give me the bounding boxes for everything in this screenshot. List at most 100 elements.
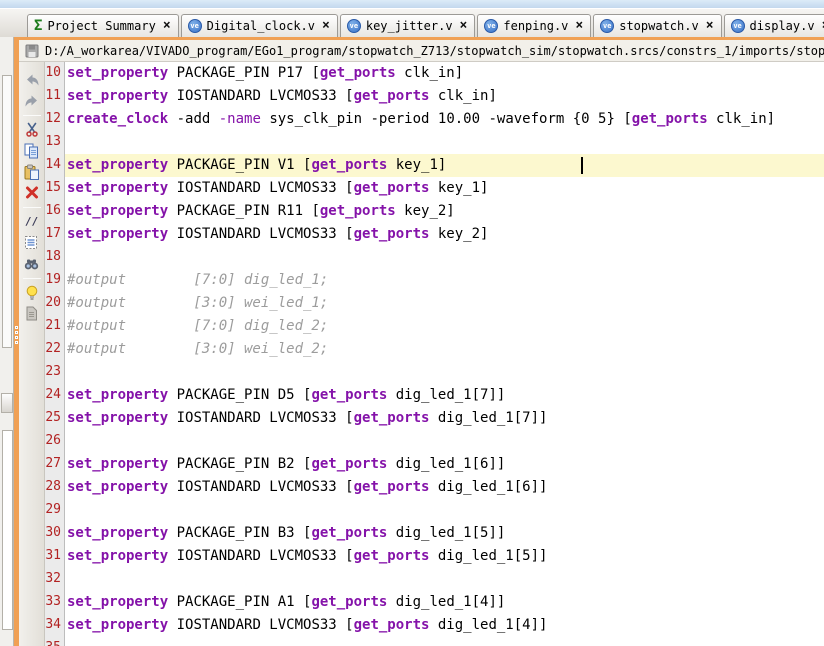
code-line: 21 #output [7:0] dig_led_2; xyxy=(45,315,824,338)
undo-icon[interactable] xyxy=(22,70,42,89)
line-number: 13 xyxy=(45,131,65,154)
text-cursor xyxy=(581,157,584,174)
code-text[interactable]: set_property IOSTANDARD LVCMOS33 [get_po… xyxy=(65,407,824,430)
tab-fenping-v[interactable]: ve fenping.v × xyxy=(477,14,592,37)
code-line: 22 #output [3:0] wei_led_2; xyxy=(45,338,824,361)
editor-main: D:/A_workarea/VIVADO_program/EGo1_progra… xyxy=(0,37,824,646)
code-text[interactable]: set_property IOSTANDARD LVCMOS33 [get_po… xyxy=(65,177,824,200)
code-text[interactable]: set_property PACKAGE_PIN B2 [get_ports d… xyxy=(65,453,824,476)
paste-icon[interactable] xyxy=(22,162,42,181)
line-number: 14 xyxy=(45,154,65,177)
code-text[interactable]: #output [3:0] wei_led_2; xyxy=(65,338,824,361)
copy-icon[interactable] xyxy=(22,141,42,160)
tab-digital-clock-v[interactable]: ve Digital_clock.v × xyxy=(180,14,338,37)
code-line: 12 create_clock -add -name sys_clk_pin -p… xyxy=(45,108,824,131)
code-text[interactable]: #output [3:0] wei_led_1; xyxy=(65,292,824,315)
code-line: 23 xyxy=(45,361,824,384)
code-line: 14 set_property PACKAGE_PIN V1 [get_ports… xyxy=(45,154,824,177)
code-text[interactable]: #output [7:0] dig_led_2; xyxy=(65,315,824,338)
code-text[interactable]: set_property PACKAGE_PIN V1 [get_ports k… xyxy=(65,154,824,177)
code-line: 18 xyxy=(45,246,824,269)
verilog-file-icon: ve xyxy=(484,19,499,33)
line-number: 35 xyxy=(45,637,65,646)
lightbulb-icon[interactable] xyxy=(22,283,42,302)
line-number: 33 xyxy=(45,591,65,614)
code-text[interactable]: set_property IOSTANDARD LVCMOS33 [get_po… xyxy=(65,545,824,568)
tab-project-summary[interactable]: Σ Project Summary × xyxy=(27,14,179,37)
code-text[interactable] xyxy=(65,430,824,453)
code-text[interactable] xyxy=(65,361,824,384)
find-icon[interactable] xyxy=(22,254,42,273)
close-tab-icon[interactable]: × xyxy=(320,19,330,32)
line-number: 30 xyxy=(45,522,65,545)
tab-label: Digital_clock.v xyxy=(206,19,316,33)
code-line: 33 set_property PACKAGE_PIN A1 [get_ports… xyxy=(45,591,824,614)
background-panel-border xyxy=(2,75,12,348)
line-number: 34 xyxy=(45,614,65,637)
code-text[interactable]: set_property IOSTANDARD LVCMOS33 [get_po… xyxy=(65,614,824,637)
code-text[interactable] xyxy=(65,246,824,269)
column-select-icon[interactable] xyxy=(22,233,42,252)
background-panel-header xyxy=(1,393,13,413)
tab-display-v[interactable]: ve display.v × xyxy=(723,14,824,37)
file-path-bar: D:/A_workarea/VIVADO_program/EGo1_progra… xyxy=(19,40,824,62)
code-text[interactable] xyxy=(65,568,824,591)
verilog-file-icon: ve xyxy=(346,19,361,33)
code-lines: 10 set_property PACKAGE_PIN P17 [get_port… xyxy=(45,62,824,646)
line-number: 26 xyxy=(45,430,65,453)
code-text[interactable]: set_property PACKAGE_PIN R11 [get_ports … xyxy=(65,200,824,223)
line-number: 29 xyxy=(45,499,65,522)
code-text[interactable]: set_property IOSTANDARD LVCMOS33 [get_po… xyxy=(65,476,824,499)
save-file-icon[interactable] xyxy=(19,44,45,58)
line-number: 10 xyxy=(45,62,65,85)
code-text[interactable] xyxy=(65,637,824,646)
line-number: 18 xyxy=(45,246,65,269)
code-line: 34 set_property IOSTANDARD LVCMOS33 [get_… xyxy=(45,614,824,637)
code-text[interactable]: set_property IOSTANDARD LVCMOS33 [get_po… xyxy=(65,223,824,246)
code-text[interactable] xyxy=(65,131,824,154)
code-text[interactable]: #output [7:0] dig_led_1; xyxy=(65,269,824,292)
code-text[interactable]: set_property PACKAGE_PIN B3 [get_ports d… xyxy=(65,522,824,545)
delete-icon[interactable] xyxy=(22,183,42,202)
code-text[interactable]: set_property IOSTANDARD LVCMOS33 [get_po… xyxy=(65,85,824,108)
template-icon[interactable] xyxy=(22,304,42,323)
code-line: 31 set_property IOSTANDARD LVCMOS33 [get_… xyxy=(45,545,824,568)
line-number: 22 xyxy=(45,338,65,361)
code-text[interactable]: set_property PACKAGE_PIN P17 [get_ports … xyxy=(65,62,824,85)
code-text[interactable]: set_property PACKAGE_PIN A1 [get_ports d… xyxy=(65,591,824,614)
line-number: 20 xyxy=(45,292,65,315)
tab-key-jitter-v[interactable]: ve key_jitter.v × xyxy=(339,14,476,37)
editor-toolbar: // xyxy=(19,62,45,646)
cut-icon[interactable] xyxy=(22,120,42,139)
background-panel-border xyxy=(2,430,13,630)
tab-label: fenping.v xyxy=(503,19,569,33)
toolbar-separator xyxy=(22,115,41,116)
tab-label: display.v xyxy=(749,19,815,33)
line-number: 27 xyxy=(45,453,65,476)
close-tab-icon[interactable]: × xyxy=(820,19,824,32)
code-text[interactable] xyxy=(65,499,824,522)
tab-label: stopwatch.v xyxy=(619,19,699,33)
line-number: 21 xyxy=(45,315,65,338)
code-line: 32 xyxy=(45,568,824,591)
splitter-grip-icon[interactable] xyxy=(15,326,19,346)
code-line: 29 xyxy=(45,499,824,522)
line-number: 12 xyxy=(45,108,65,131)
toolbar-separator xyxy=(22,207,41,208)
line-number: 25 xyxy=(45,407,65,430)
code-text[interactable]: set_property PACKAGE_PIN D5 [get_ports d… xyxy=(65,384,824,407)
close-tab-icon[interactable]: × xyxy=(458,19,468,32)
close-tab-icon[interactable]: × xyxy=(161,19,171,32)
code-line: 30 set_property PACKAGE_PIN B3 [get_ports… xyxy=(45,522,824,545)
code-line: 15 set_property IOSTANDARD LVCMOS33 [get_… xyxy=(45,177,824,200)
line-number: 24 xyxy=(45,384,65,407)
editor-tab-bar: Σ Project Summary × ve Digital_clock.v × ve key… xyxy=(0,9,824,37)
comment-icon[interactable]: // xyxy=(22,212,42,231)
close-tab-icon[interactable]: × xyxy=(704,19,714,32)
code-text[interactable]: create_clock -add -name sys_clk_pin -per… xyxy=(65,108,824,131)
code-line: 13 xyxy=(45,131,824,154)
close-tab-icon[interactable]: × xyxy=(573,19,583,32)
line-number: 17 xyxy=(45,223,65,246)
redo-icon[interactable] xyxy=(22,91,42,110)
tab-stopwatch-v[interactable]: ve stopwatch.v × xyxy=(593,14,722,37)
